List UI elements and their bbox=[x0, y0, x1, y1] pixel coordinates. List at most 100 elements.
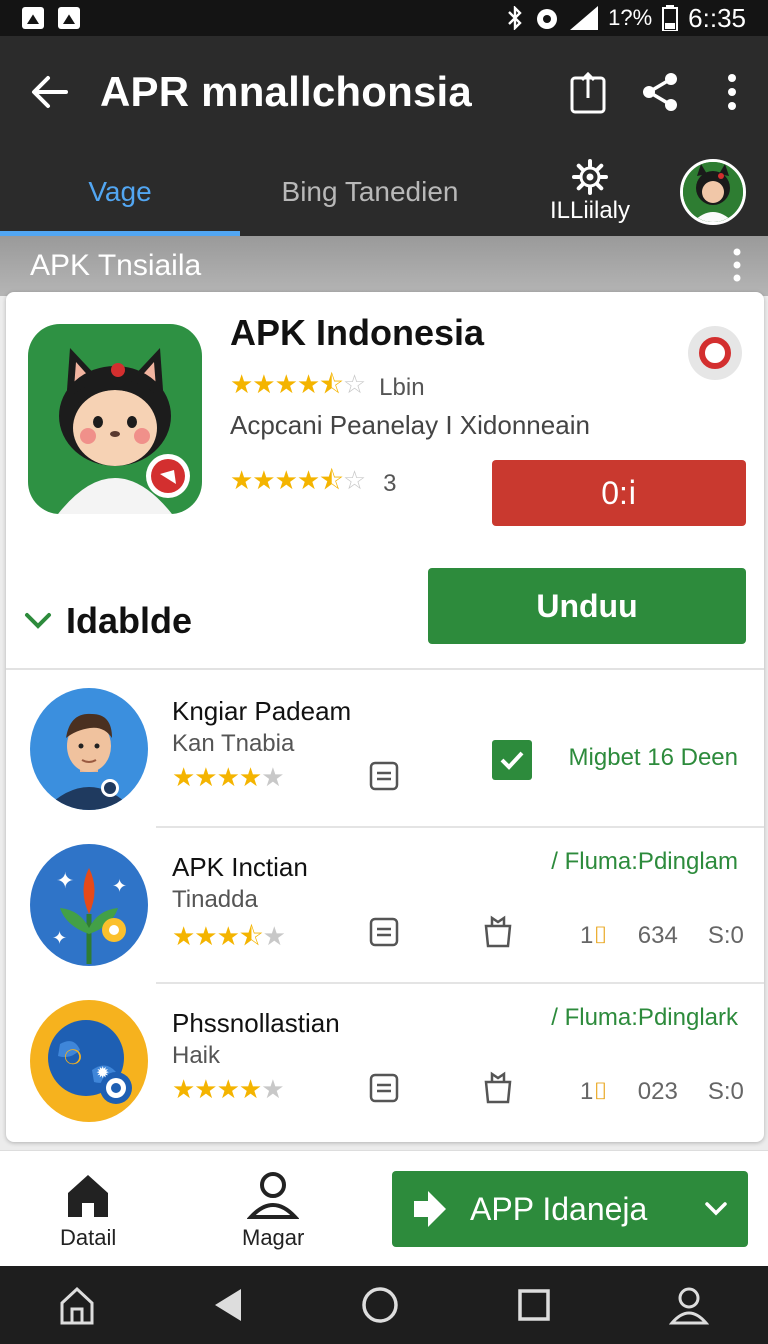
shopping-bag-icon[interactable] bbox=[482, 1070, 514, 1109]
list-item-status: / Fluma:Pdinglam bbox=[551, 848, 738, 875]
shopping-bag-icon[interactable] bbox=[482, 914, 514, 953]
stat-size: S:0 bbox=[707, 922, 744, 949]
collapsible-label: Idablde bbox=[66, 600, 193, 641]
list-item-status: / Fluma:Pdinglark bbox=[551, 1004, 738, 1031]
app-icon[interactable] bbox=[28, 324, 202, 514]
divider bbox=[6, 668, 764, 670]
profile-photo bbox=[683, 162, 743, 222]
nav-detail-label: Datail bbox=[60, 1225, 117, 1250]
rating-row: ★★★★⯪☆ Lbin bbox=[230, 366, 425, 410]
list-item-title: Kngiar Padeam bbox=[172, 696, 352, 726]
location-pin-button[interactable] bbox=[688, 326, 742, 380]
list-item-status: Migbet 16 Deen bbox=[568, 744, 738, 771]
overflow-menu-button[interactable] bbox=[696, 74, 768, 110]
section-menu-button[interactable] bbox=[732, 248, 742, 290]
status-bar: 1?% 6::35 bbox=[0, 0, 768, 36]
stat-count: 1⌷ bbox=[580, 922, 608, 949]
avatar: ❍ ✹ bbox=[30, 1000, 148, 1122]
back-button[interactable] bbox=[0, 72, 100, 112]
share-button[interactable] bbox=[624, 71, 696, 113]
globe-gear-icon: ❍✹ bbox=[30, 1000, 148, 1122]
tab-vage[interactable]: Vage bbox=[0, 148, 240, 236]
list-item[interactable]: ✦ ✦ ✦ APK Inctian Tinadda ★★★⯪★ / Fluma:Pd… bbox=[6, 828, 764, 984]
check-icon bbox=[500, 751, 524, 770]
collapsible-toggle[interactable]: Idablde bbox=[24, 600, 192, 642]
home-icon[interactable] bbox=[59, 1285, 95, 1325]
star-rating: ★★★★★ bbox=[172, 762, 285, 792]
checkbox[interactable] bbox=[492, 740, 532, 780]
app-install-button[interactable]: APP Idaneja bbox=[392, 1171, 748, 1247]
battery-percent: 1?% bbox=[608, 5, 653, 30]
cat-girl-mascot-icon bbox=[58, 348, 190, 514]
flower-spark-icon: ✦ ✦ ✦ bbox=[30, 844, 148, 966]
avatar: ✦ ✦ ✦ bbox=[30, 844, 148, 966]
stat-count: 1⌷ bbox=[580, 1078, 608, 1105]
gear-icon bbox=[572, 159, 608, 195]
list-item[interactable]: ❍ ✹ Phssnollastian Haik ★★★★★ / Fluma:Pdi… bbox=[6, 984, 764, 1140]
svg-text:✦: ✦ bbox=[52, 928, 67, 949]
circle-home-icon[interactable] bbox=[361, 1286, 399, 1324]
bookmark-icon: ⌷ bbox=[593, 922, 608, 949]
bottom-navigation: Datail Magar APP Idaneja bbox=[0, 1150, 768, 1266]
app-detail-card: APK Indonesia ★★★★⯪☆ Lbin Acpcani Peanel… bbox=[6, 292, 764, 1142]
image-notification-icon bbox=[58, 7, 80, 29]
list-item-stats: 1⌷ 634 S:0 bbox=[580, 922, 744, 950]
user-avatar[interactable] bbox=[680, 159, 746, 225]
tab-settings-label: ILLiilaly bbox=[549, 197, 631, 224]
app-bar-title: APR mnallchonsia bbox=[100, 68, 472, 115]
cta-label: APP Idaneja bbox=[470, 1190, 648, 1227]
more-vertical-icon bbox=[733, 248, 741, 282]
chevron-down-icon bbox=[705, 1202, 727, 1216]
list-item-stats: 1⌷ 023 S:0 bbox=[580, 1078, 744, 1106]
app-name: APK Indonesia bbox=[230, 312, 485, 353]
nav-manager[interactable]: Magar bbox=[242, 1171, 304, 1251]
list-item-subtitle: Kan Tnabia bbox=[172, 730, 295, 757]
more-vertical-icon bbox=[728, 74, 736, 110]
stat-size: S:0 bbox=[707, 1078, 744, 1105]
rating-label: Lbin bbox=[379, 374, 425, 401]
stat-value: 023 bbox=[637, 1078, 678, 1105]
account-icon[interactable] bbox=[669, 1285, 709, 1325]
red-action-button[interactable]: 0:ⅰ bbox=[492, 460, 746, 526]
person-icon bbox=[247, 1172, 300, 1219]
battery-icon bbox=[662, 5, 679, 31]
back-icon[interactable] bbox=[213, 1287, 243, 1323]
document-icon[interactable] bbox=[368, 916, 400, 953]
document-icon[interactable] bbox=[368, 760, 400, 797]
download-button[interactable]: Unduu bbox=[428, 568, 746, 644]
gallery-notification-icon bbox=[22, 7, 44, 29]
home-icon bbox=[68, 1175, 109, 1217]
bluetooth-icon bbox=[508, 6, 522, 30]
avatar bbox=[30, 688, 148, 810]
document-icon[interactable] bbox=[368, 1072, 400, 1109]
list-item-subtitle: Tinadda bbox=[172, 886, 258, 913]
save-button[interactable] bbox=[552, 70, 624, 114]
recents-icon[interactable] bbox=[517, 1288, 551, 1322]
star-rating: ★★★⯪★ bbox=[172, 921, 286, 951]
alarm-icon bbox=[537, 9, 558, 29]
clipboard-icon bbox=[570, 71, 606, 114]
rating-row-secondary: ★★★★⯪☆ 3 bbox=[230, 462, 397, 506]
publisher-text: Acpcani Peanelay I Xidonneain bbox=[230, 410, 590, 440]
list-item-title: APK Inctian bbox=[172, 852, 308, 882]
svg-text:✦: ✦ bbox=[56, 869, 74, 894]
tab-bing-tanedien[interactable]: Bing Tanedien bbox=[240, 176, 500, 208]
system-navigation-bar bbox=[0, 1266, 768, 1344]
svg-text:❍: ❍ bbox=[64, 1045, 82, 1069]
tab-settings[interactable]: ILLiilaly bbox=[500, 159, 680, 225]
signal-icon bbox=[570, 6, 599, 30]
list-item-title: Phssnollastian bbox=[172, 1008, 340, 1038]
arrow-right-icon bbox=[414, 1191, 446, 1227]
list-item-subtitle: Haik bbox=[172, 1042, 221, 1069]
star-rating: ★★★★⯪☆ bbox=[230, 465, 366, 495]
app-bar: APR mnallchonsia bbox=[0, 36, 768, 148]
section-title: APK Tnsiaila bbox=[30, 249, 202, 282]
stat-value: 634 bbox=[637, 922, 678, 949]
svg-text:✦: ✦ bbox=[112, 876, 127, 897]
arrow-back-icon bbox=[32, 76, 68, 108]
star-rating: ★★★★★ bbox=[172, 1074, 285, 1104]
man-avatar-icon bbox=[30, 688, 148, 810]
tab-bar: Vage Bing Tanedien ILLiilaly bbox=[0, 148, 768, 236]
nav-detail[interactable]: Datail bbox=[60, 1171, 116, 1251]
list-item[interactable]: Kngiar Padeam Kan Tnabia ★★★★★ Migbet 16… bbox=[6, 672, 764, 828]
